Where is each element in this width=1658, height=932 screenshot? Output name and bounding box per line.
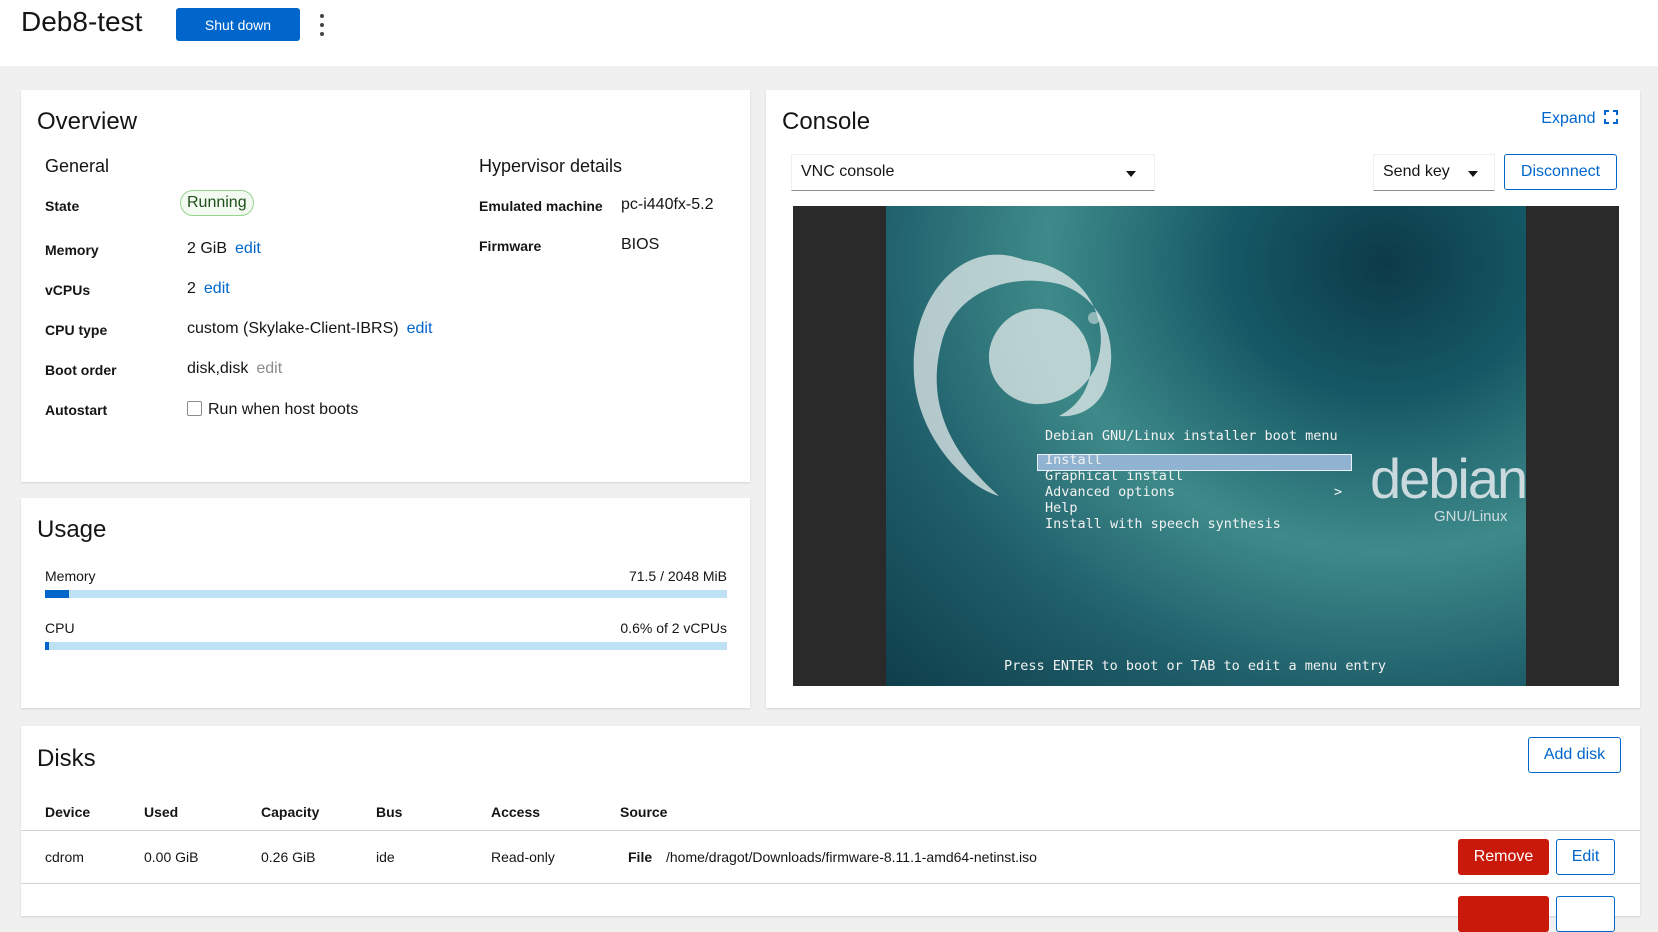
disk-source-label: File (628, 849, 653, 865)
status-text: Running (187, 194, 247, 211)
disk-bus: ide (376, 849, 395, 865)
autostart-text: Run when host boots (208, 401, 359, 418)
memory-edit-link[interactable]: edit (235, 240, 261, 257)
add-disk-button[interactable]: Add disk (1528, 737, 1621, 773)
send-key-select[interactable]: Send key (1373, 154, 1495, 191)
vnc-screen[interactable]: Debian GNU/Linux installer boot menu Ins… (886, 206, 1526, 686)
usage-title: Usage (37, 516, 107, 543)
boot-order-row: disk,disk edit (187, 360, 282, 378)
vcpus-row: 2 edit (187, 280, 230, 298)
debian-logo-sub: GNU/Linux (1434, 508, 1508, 525)
table-row: cdrom 0.00 GiB 0.26 GiB ide Read-only Fi… (21, 831, 1640, 884)
expand-icon (1604, 110, 1618, 124)
submenu-arrow-icon: > (1334, 484, 1343, 500)
disk-device: cdrom (45, 849, 84, 865)
page-header: Deb8-test Shut down (0, 0, 1658, 66)
column-header: Access (491, 804, 541, 820)
remove-disk-button-partial[interactable] (1458, 896, 1549, 932)
usage-cpu-value: 0.6% of 2 vCPUs (620, 620, 727, 636)
vcpus-edit-link[interactable]: edit (204, 280, 230, 297)
vcpus-value: 2 (187, 280, 196, 297)
boot-order-edit-link: edit (256, 360, 283, 377)
state-label: State (45, 198, 80, 214)
memory-progress-fill (45, 590, 69, 598)
emulated-machine-label: Emulated machine (479, 198, 603, 214)
boot-menu-item: Install (1045, 452, 1102, 468)
firmware-value: BIOS (621, 236, 660, 253)
autostart-checkbox[interactable] (187, 401, 202, 416)
column-header: Used (144, 804, 179, 820)
console-title: Console (782, 108, 871, 135)
state-value: Running (180, 190, 254, 216)
usage-card: Usage Memory 71.5 / 2048 MiB CPU 0.6% of… (21, 498, 750, 708)
column-header: Bus (376, 804, 403, 820)
boot-menu-item: Install with speech synthesis (1045, 516, 1281, 532)
chevron-down-icon (1126, 171, 1136, 177)
console-type-value: VNC console (801, 163, 895, 180)
memory-label: Memory (45, 242, 99, 258)
send-key-label: Send key (1383, 163, 1450, 180)
hypervisor-title: Hypervisor details (479, 156, 623, 176)
console-type-select[interactable]: VNC console (791, 154, 1155, 191)
disks-card: Disks Add disk Device Used Capacity Bus … (21, 726, 1640, 932)
edit-disk-button[interactable]: Edit (1556, 839, 1615, 875)
boot-menu-item: Advanced options (1045, 484, 1176, 500)
vm-name: Deb8-test (21, 6, 143, 37)
edit-disk-button-partial[interactable] (1556, 896, 1615, 932)
remove-disk-button[interactable]: Remove (1458, 839, 1549, 875)
disk-source-value: /home/dragot/Downloads/firmware-8.11.1-a… (666, 849, 1037, 865)
cpu-type-label: CPU type (45, 322, 108, 338)
autostart-label: Autostart (45, 402, 108, 418)
overview-card: Overview General Hypervisor details Stat… (21, 90, 750, 482)
cpu-type-edit-link[interactable]: edit (407, 320, 433, 337)
memory-progress-bar (45, 590, 727, 598)
column-header: Source (620, 804, 668, 820)
cpu-progress-fill (45, 642, 50, 650)
boot-order-label: Boot order (45, 362, 117, 378)
expand-link[interactable]: Expand (1541, 110, 1618, 128)
autostart-row: Run when host boots (187, 401, 358, 419)
disk-access: Read-only (491, 849, 555, 865)
memory-row: 2 GiB edit (187, 240, 261, 258)
usage-cpu-label: CPU (45, 620, 75, 636)
boot-footer: Press ENTER to boot or TAB to edit a men… (1004, 658, 1387, 674)
overview-title: Overview (37, 108, 138, 135)
column-header: Device (45, 804, 91, 820)
cpu-type-value: custom (Skylake-Client-IBRS) (187, 320, 399, 337)
disk-used: 0.00 GiB (144, 849, 199, 865)
firmware-label: Firmware (479, 238, 542, 254)
general-title: General (45, 156, 110, 176)
expand-text: Expand (1541, 110, 1596, 127)
boot-menu-title: Debian GNU/Linux installer boot menu (1045, 428, 1338, 444)
cpu-progress-bar (45, 642, 727, 650)
usage-memory-label: Memory (45, 568, 96, 584)
boot-menu-item: Graphical install (1045, 468, 1184, 484)
boot-order-value: disk,disk (187, 360, 249, 377)
disks-title: Disks (37, 745, 96, 772)
column-header: Capacity (261, 804, 320, 820)
usage-memory-value: 71.5 / 2048 MiB (628, 568, 727, 584)
shutdown-button[interactable]: Shut down (176, 8, 300, 41)
chevron-down-icon (1468, 171, 1478, 177)
cpu-type-row: custom (Skylake-Client-IBRS) edit (187, 320, 432, 338)
status-badge: Running (180, 190, 254, 216)
debian-logo: debian (1370, 447, 1526, 510)
kebab-menu-icon[interactable] (316, 14, 328, 36)
disk-capacity: 0.26 GiB (261, 849, 316, 865)
disconnect-button[interactable]: Disconnect (1504, 154, 1617, 190)
emulated-machine-value: pc-i440fx-5.2 (621, 196, 714, 213)
boot-menu-item: Help (1045, 500, 1078, 516)
memory-value: 2 GiB (187, 240, 228, 257)
vcpus-label: vCPUs (45, 282, 91, 298)
